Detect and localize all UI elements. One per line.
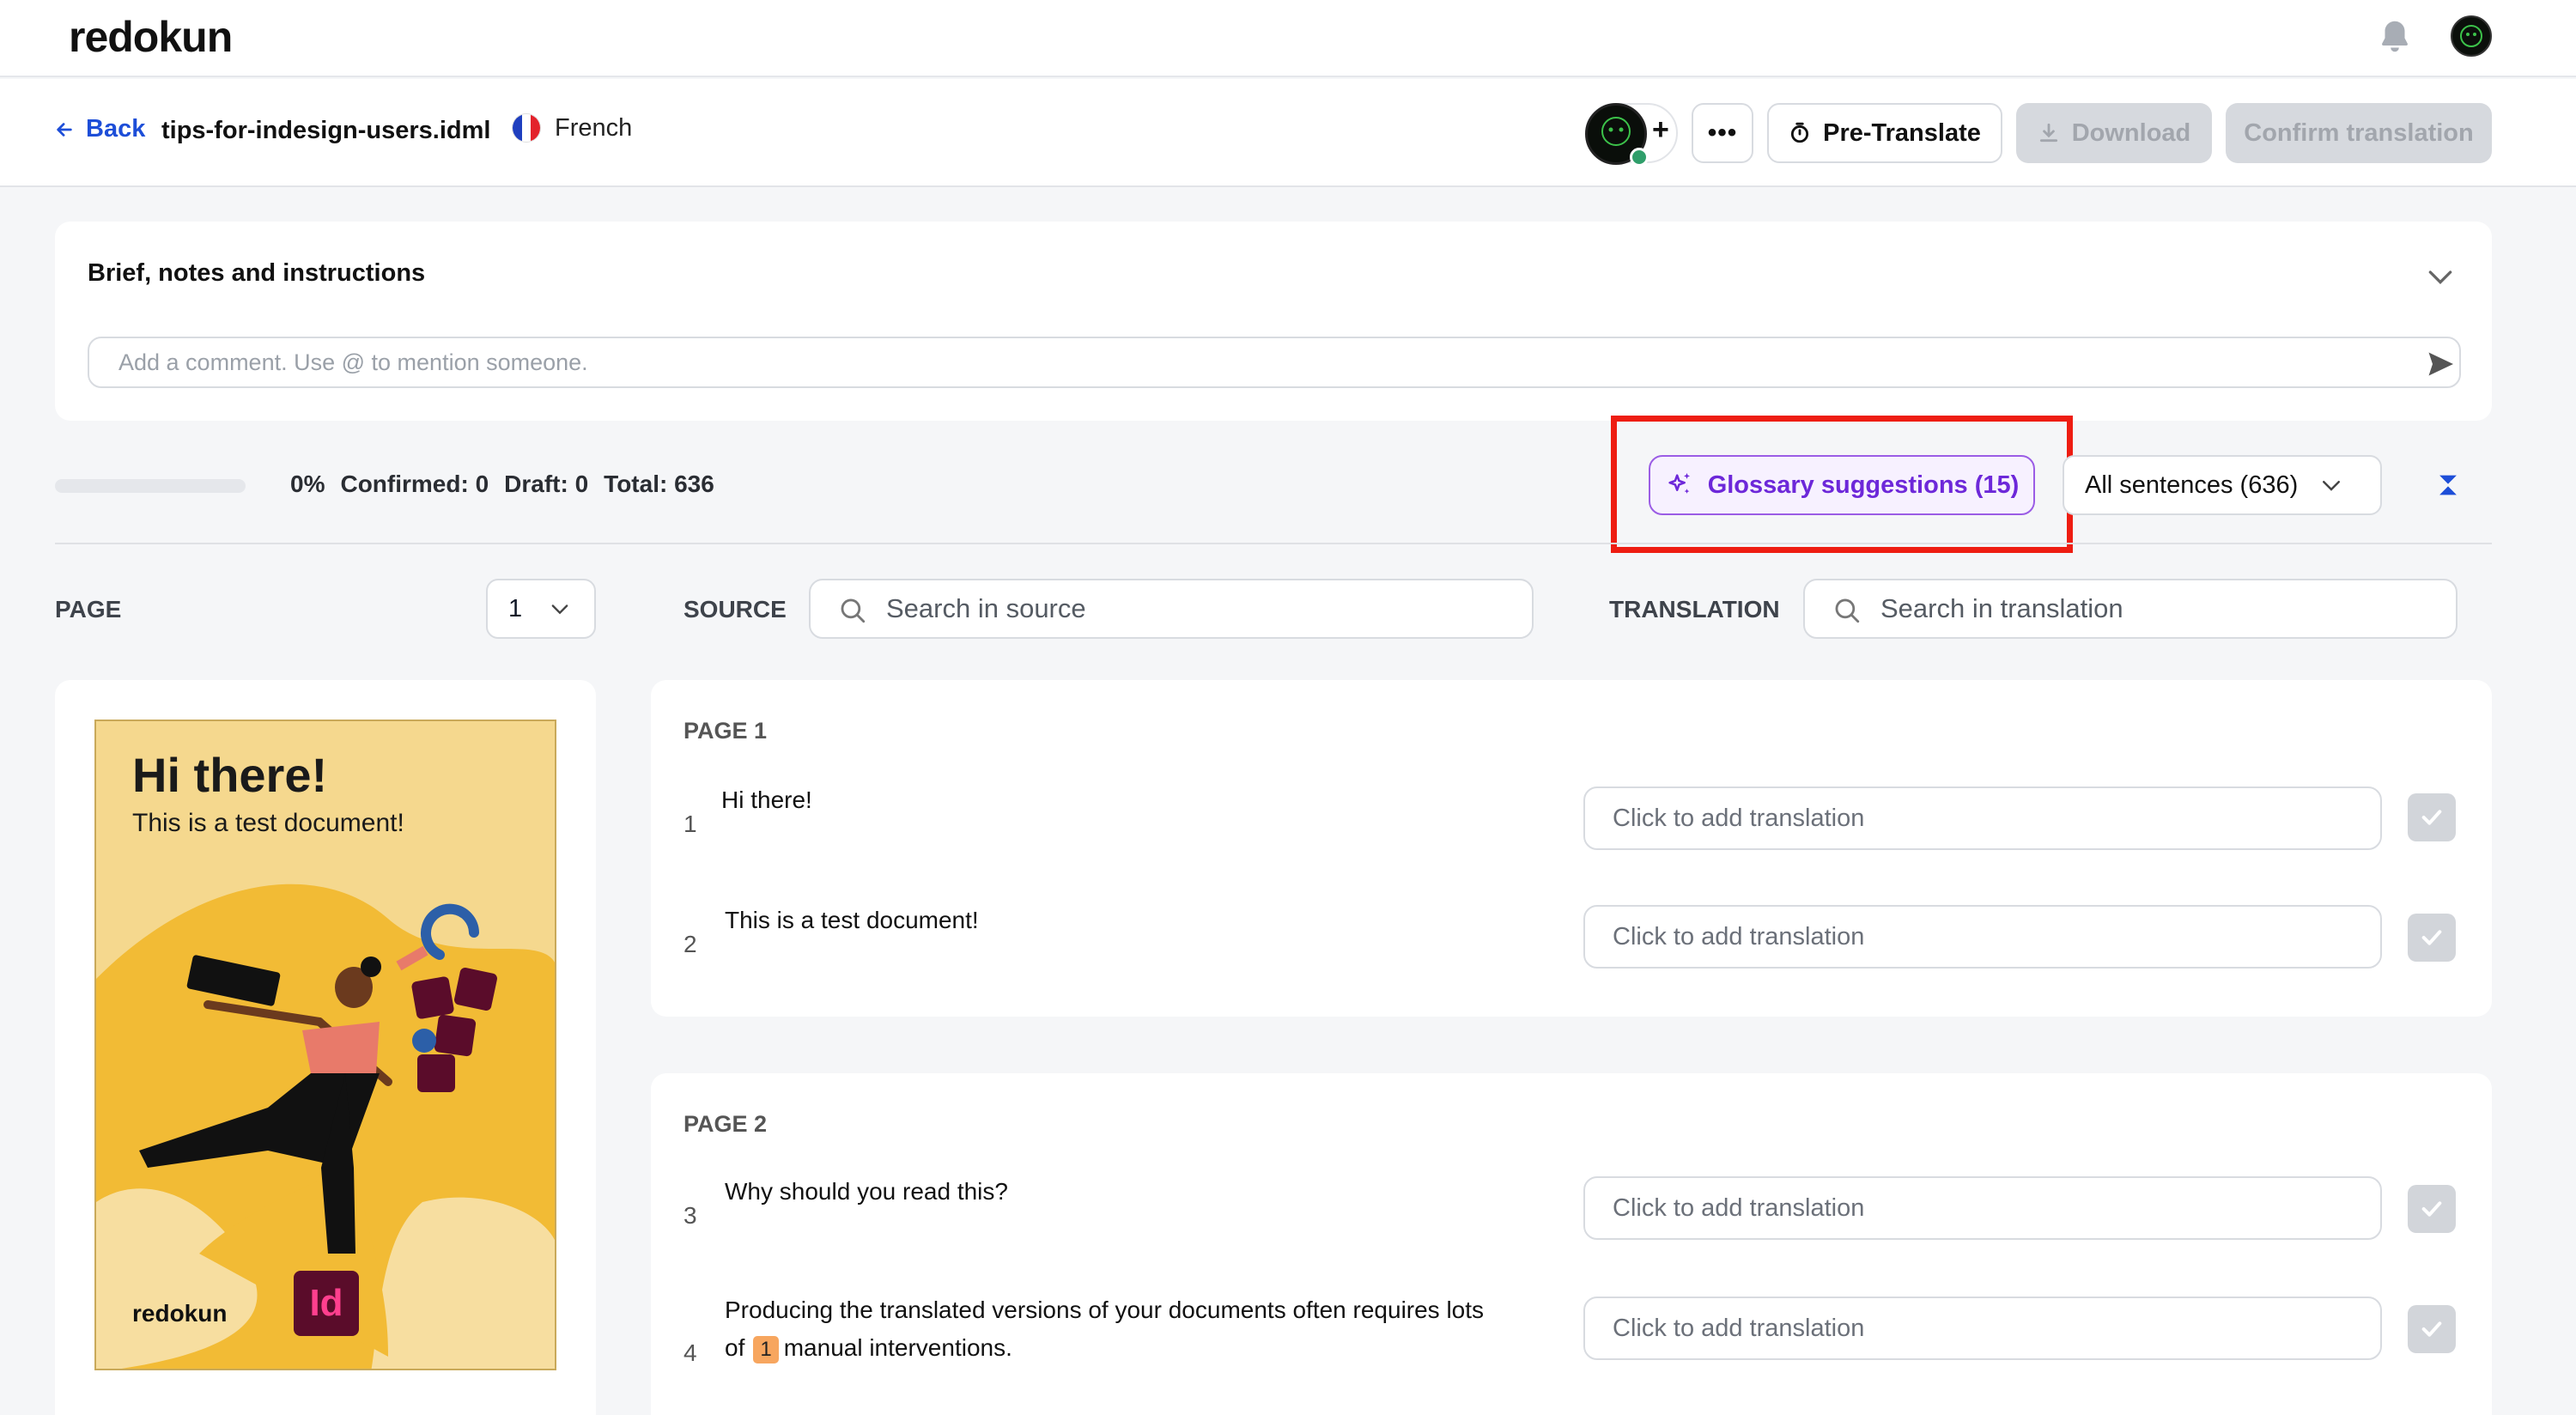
top-bar: redokun (0, 0, 2576, 77)
source-search[interactable] (809, 579, 1534, 639)
check-icon (2421, 1201, 2442, 1217)
check-icon (2421, 930, 2442, 945)
search-icon (1835, 598, 1860, 623)
percent-label: 0% (290, 471, 325, 497)
translation-search-input[interactable] (1880, 580, 2336, 637)
segment-source[interactable]: Hi there! (721, 781, 812, 819)
confirm-translation-button[interactable]: Confirm translation (2226, 103, 2492, 163)
page-column-label: PAGE (55, 596, 122, 622)
comment-input[interactable] (118, 338, 2351, 386)
download-icon (2039, 123, 2057, 143)
language-label: French (555, 113, 633, 142)
download-button[interactable]: Download (2016, 103, 2212, 163)
france-flag-icon (512, 113, 541, 143)
ellipsis-icon: ••• (1707, 118, 1738, 147)
section-divider (55, 543, 2492, 544)
pre-translate-button[interactable]: Pre-Translate (1767, 103, 2002, 163)
bell-icon[interactable] (2375, 17, 2415, 57)
brief-card: Brief, notes and instructions (55, 222, 2492, 421)
translation-search[interactable] (1803, 579, 2458, 639)
page-preview-card: Id Hi there! This is a test document! re… (55, 680, 596, 1415)
arrow-left-icon (57, 122, 72, 137)
app-logo[interactable]: redokun (69, 12, 233, 62)
collaborators-button[interactable]: + (1585, 103, 1678, 167)
segment-source-line: Producing the translated versions of you… (725, 1297, 1485, 1323)
page-heading: PAGE 1 (683, 718, 768, 744)
svg-text:Id: Id (309, 1282, 343, 1324)
file-name: tips-for-indesign-users.idml (161, 117, 491, 144)
download-label: Download (2071, 118, 2191, 147)
segment-number: 1 (683, 811, 697, 837)
search-icon (841, 598, 866, 623)
comment-field[interactable] (88, 337, 2461, 388)
segment-source[interactable]: Producing the translated versions of you… (725, 1291, 1549, 1367)
preview-subtitle: This is a test document! (132, 809, 404, 837)
sentence-filter-select[interactable]: All sentences (636) (2063, 455, 2382, 515)
source-column-label: SOURCE (683, 596, 787, 622)
more-options-button[interactable]: ••• (1692, 103, 1753, 163)
sparkles-icon (1668, 472, 1690, 494)
translation-input[interactable]: Click to add translation (1583, 905, 2382, 969)
page-section: PAGE 1 1 Hi there! Click to add translat… (651, 680, 2492, 1017)
stopwatch-icon (1791, 122, 1809, 143)
segment-source-line: of 1 manual interventions. (725, 1329, 1549, 1367)
glossary-label: Glossary suggestions (15) (1707, 471, 2020, 499)
confirmed-count: Confirmed: 0 (340, 471, 489, 497)
inline-tag[interactable]: 1 (753, 1336, 779, 1363)
confirm-segment-button[interactable] (2408, 914, 2456, 962)
chevron-down-icon[interactable] (2423, 259, 2458, 294)
pre-translate-label: Pre-Translate (1823, 118, 1981, 147)
translation-input[interactable]: Click to add translation (1583, 1297, 2382, 1360)
segment-word: of (725, 1334, 745, 1361)
confirm-segment-button[interactable] (2408, 1185, 2456, 1233)
back-button[interactable]: Back (55, 115, 145, 143)
segment-number: 4 (683, 1339, 697, 1366)
segment-source[interactable]: Why should you read this? (725, 1173, 1008, 1211)
preview-logo: redokun (132, 1300, 228, 1327)
chevron-down-icon (2323, 481, 2341, 491)
page-select[interactable]: 1 (486, 579, 596, 639)
progress-bar (55, 479, 246, 493)
glossary-suggestions-button[interactable]: Glossary suggestions (15) (1649, 455, 2035, 515)
translation-stats: 0% Confirmed: 0 Draft: 0 Total: 636 (290, 471, 714, 498)
add-collaborator-icon: + (1652, 113, 1669, 146)
filter-label: All sentences (636) (2085, 471, 2299, 499)
source-search-input[interactable] (886, 580, 1391, 637)
document-thumbnail[interactable]: Id Hi there! This is a test document! re… (94, 720, 556, 1370)
segment-source[interactable]: This is a test document! (725, 902, 979, 939)
user-avatar[interactable] (2451, 15, 2492, 57)
confirm-segment-button[interactable] (2408, 1305, 2456, 1353)
confirm-segment-button[interactable] (2408, 793, 2456, 841)
segment-number: 2 (683, 931, 697, 957)
online-status-dot (1630, 148, 1649, 167)
back-label: Back (86, 115, 146, 143)
chevron-down-icon (551, 604, 568, 615)
translation-input[interactable]: Click to add translation (1583, 1176, 2382, 1240)
total-count: Total: 636 (604, 471, 714, 497)
check-icon (2421, 810, 2442, 825)
check-icon (2421, 1321, 2442, 1337)
translation-column-label: TRANSLATION (1609, 596, 1780, 622)
translation-input[interactable]: Click to add translation (1583, 786, 2382, 850)
brief-title: Brief, notes and instructions (88, 259, 426, 287)
page-section: PAGE 2 3 Why should you read this? Click… (651, 1073, 2492, 1415)
collapse-all-icon[interactable] (2435, 471, 2461, 500)
file-toolbar: Back tips-for-indesign-users.idml French… (0, 79, 2576, 187)
segment-number: 3 (683, 1202, 697, 1229)
segment-word: manual interventions. (783, 1334, 1012, 1361)
page-heading: PAGE 2 (683, 1111, 768, 1137)
target-language: French (512, 113, 632, 143)
page-select-value: 1 (508, 594, 523, 622)
preview-title: Hi there! (132, 748, 328, 802)
draft-count: Draft: 0 (504, 471, 589, 497)
confirm-translation-label: Confirm translation (2244, 118, 2474, 147)
send-icon[interactable] (2425, 349, 2456, 380)
